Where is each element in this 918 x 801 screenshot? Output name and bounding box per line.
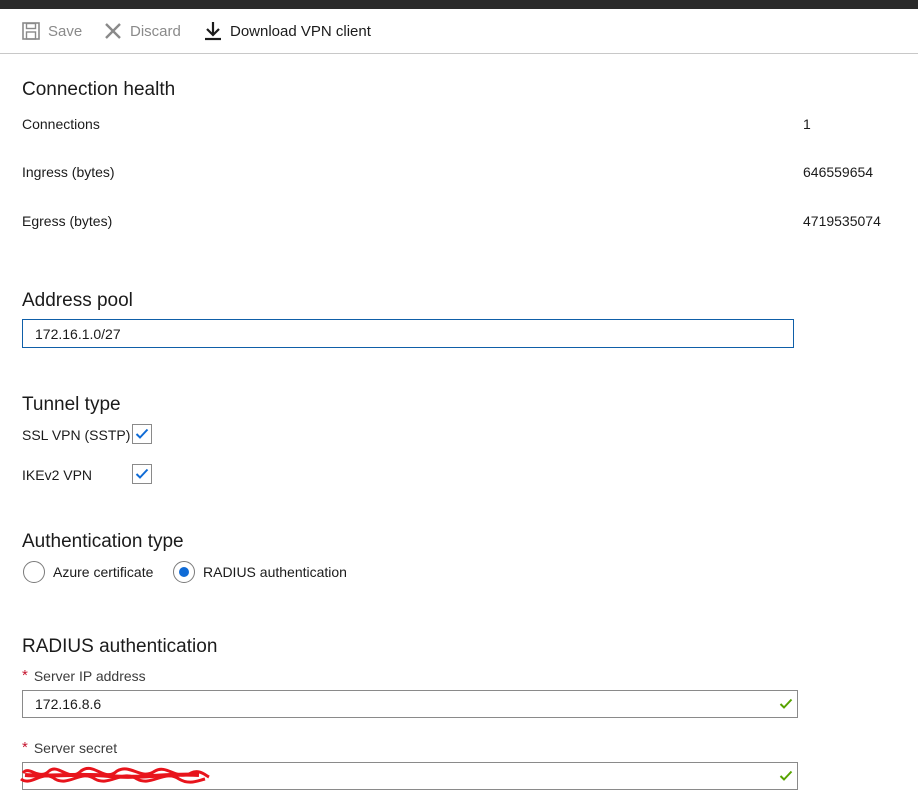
azure-certificate-option[interactable]: Azure certificate (23, 561, 153, 583)
egress-value: 4719535074 (803, 213, 881, 229)
azure-certificate-radio[interactable] (23, 561, 45, 583)
ingress-value: 646559654 (803, 164, 874, 180)
redaction-scribble (20, 766, 210, 784)
radius-authentication-title: RADIUS authentication (22, 636, 218, 657)
valid-check-icon (779, 698, 793, 710)
discard-label: Discard (130, 22, 181, 40)
radius-authentication-radio[interactable] (173, 561, 195, 583)
sstp-label: SSL VPN (SSTP) (22, 427, 131, 443)
ikev2-checkbox[interactable] (132, 464, 152, 484)
discard-button[interactable]: Discard (104, 9, 181, 53)
egress-label: Egress (bytes) (22, 213, 113, 229)
address-pool-input[interactable]: 172.16.1.0/27 (22, 319, 794, 348)
top-frame-bar (0, 0, 918, 9)
ikev2-label: IKEv2 VPN (22, 467, 93, 483)
sstp-checkbox[interactable] (132, 424, 152, 444)
server-ip-input[interactable]: 172.16.8.6 (22, 690, 798, 718)
discard-icon (104, 22, 122, 40)
connections-value: 1 (803, 116, 811, 132)
required-marker: * (22, 739, 28, 756)
save-label: Save (48, 22, 83, 40)
azure-certificate-label: Azure certificate (53, 564, 154, 580)
checkmark-icon (135, 468, 149, 479)
server-secret-input[interactable] (20, 762, 798, 790)
required-marker: * (22, 667, 28, 684)
radio-selected-dot (179, 567, 189, 577)
save-icon (22, 22, 40, 40)
connections-label: Connections (22, 116, 100, 132)
radius-authentication-option[interactable]: RADIUS authentication (173, 561, 347, 583)
download-label: Download VPN client (230, 22, 371, 40)
server-ip-value: 172.16.8.6 (35, 696, 102, 712)
address-pool-value: 172.16.1.0/27 (35, 325, 121, 342)
connection-health-title: Connection health (22, 79, 176, 100)
server-ip-label: * Server IP address (22, 667, 146, 684)
save-button[interactable]: Save (22, 9, 82, 53)
server-secret-label: * Server secret (22, 739, 117, 756)
server-ip-label-text: Server IP address (33, 667, 146, 684)
download-icon (204, 21, 222, 41)
ingress-label: Ingress (bytes) (22, 164, 115, 180)
server-secret-label-text: Server secret (33, 739, 118, 756)
authentication-type-title: Authentication type (22, 531, 184, 552)
checkmark-icon (135, 428, 149, 439)
tunnel-type-title: Tunnel type (22, 394, 121, 415)
address-pool-title: Address pool (22, 290, 133, 311)
download-vpn-client-button[interactable]: Download VPN client (204, 9, 371, 53)
command-bar: Save Discard Download VPN client (0, 9, 918, 54)
valid-check-icon (779, 770, 793, 782)
radius-authentication-label: RADIUS authentication (203, 564, 347, 580)
